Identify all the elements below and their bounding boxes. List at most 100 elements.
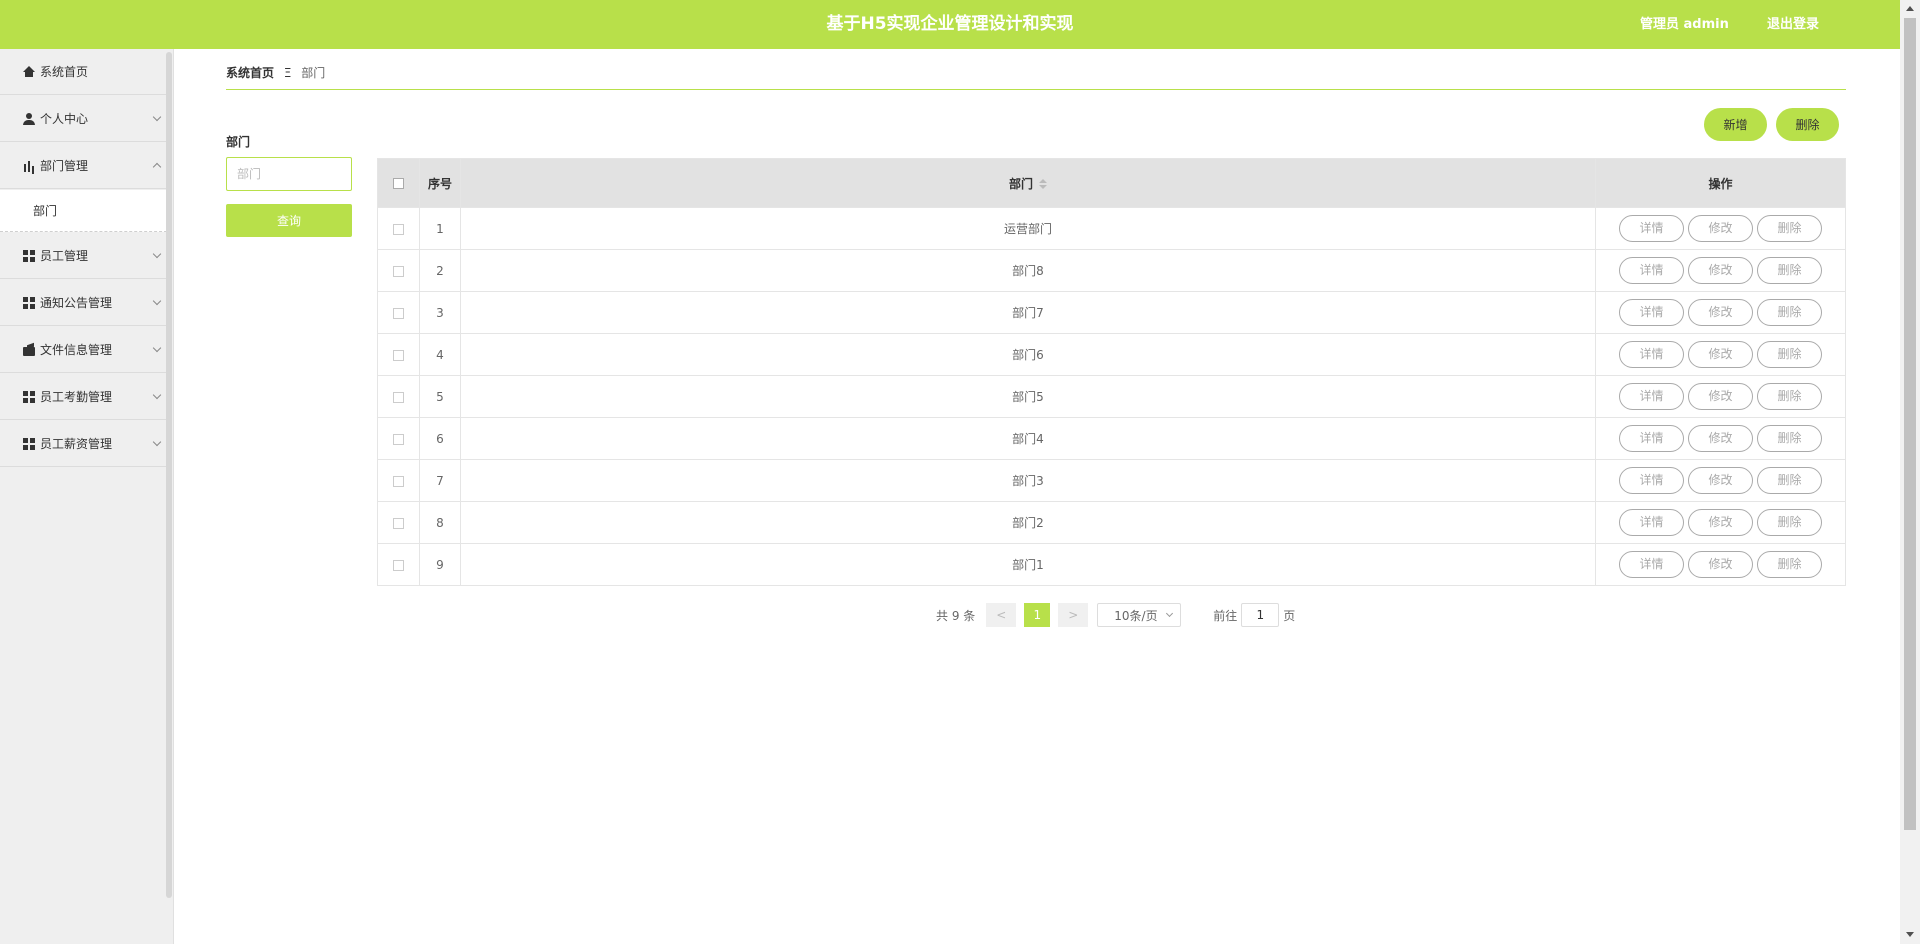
table-row: 6 部门4 详情 修改 删除 [377, 417, 1846, 460]
chevron-down-icon [152, 296, 162, 306]
edit-button[interactable]: 修改 [1688, 299, 1753, 326]
dept-header-label: 部门 [1008, 176, 1033, 191]
detail-button[interactable]: 详情 [1619, 509, 1684, 536]
sidebar-item-salary-management[interactable]: 员工薪资管理 [0, 421, 172, 467]
select-all-checkbox[interactable] [393, 178, 404, 189]
sidebar-item-label: 通知公告管理 [40, 296, 113, 310]
edit-button[interactable]: 修改 [1688, 509, 1753, 536]
row-seq: 6 [419, 417, 461, 460]
detail-button[interactable]: 详情 [1619, 341, 1684, 368]
row-check-cell [377, 501, 420, 544]
edit-button[interactable]: 修改 [1688, 257, 1753, 284]
row-seq: 4 [419, 333, 461, 376]
row-check-cell [377, 459, 420, 502]
sort-icon[interactable] [1039, 179, 1047, 189]
page-scrollbar[interactable] [1900, 0, 1920, 944]
row-checkbox[interactable] [393, 391, 404, 403]
goto-page-input[interactable] [1241, 603, 1280, 627]
sidebar-item-label: 文件信息管理 [40, 343, 113, 357]
detail-button[interactable]: 详情 [1619, 215, 1684, 242]
row-dept: 部门1 [460, 543, 1596, 586]
row-check-cell [377, 207, 420, 250]
delete-button[interactable]: 删除 [1757, 383, 1822, 410]
detail-button[interactable]: 详情 [1619, 257, 1684, 284]
next-page-button[interactable]: > [1058, 603, 1089, 627]
row-seq: 8 [419, 501, 461, 544]
breadcrumb-current: 部门 [301, 66, 326, 80]
scrollbar-thumb[interactable] [1904, 18, 1916, 830]
sidebar-item-personal-center[interactable]: 个人中心 [0, 96, 172, 142]
sidebar-item-label: 系统首页 [40, 65, 89, 79]
detail-button[interactable]: 详情 [1619, 299, 1684, 326]
row-checkbox[interactable] [393, 349, 404, 361]
home-icon [23, 65, 35, 78]
edit-button[interactable]: 修改 [1688, 341, 1753, 368]
logout-link[interactable]: 退出登录 [1767, 0, 1819, 49]
dept-header[interactable]: 部门 [460, 158, 1596, 208]
delete-button[interactable]: 删除 [1757, 551, 1822, 578]
scroll-up-arrow-icon[interactable] [1906, 6, 1914, 11]
detail-button[interactable]: 详情 [1619, 467, 1684, 494]
row-actions: 详情 修改 删除 [1595, 543, 1846, 586]
sidebar-item-attendance-management[interactable]: 员工考勤管理 [0, 374, 172, 420]
row-actions: 详情 修改 删除 [1595, 207, 1846, 250]
grid-icon [23, 296, 35, 309]
row-seq: 9 [419, 543, 461, 586]
delete-button[interactable]: 删除 [1757, 341, 1822, 368]
delete-button[interactable]: 删除 [1757, 257, 1822, 284]
grid-icon [23, 390, 35, 403]
sidebar-scrollbar[interactable] [166, 52, 172, 898]
grid-icon [23, 249, 35, 262]
delete-button[interactable]: 删除 [1757, 215, 1822, 242]
row-seq: 5 [419, 375, 461, 418]
delete-button[interactable]: 删除 [1757, 299, 1822, 326]
sidebar-subitem-dept[interactable]: 部门 [0, 190, 172, 232]
pagination-total: 共 9 条 [936, 608, 976, 623]
edit-button[interactable]: 修改 [1688, 383, 1753, 410]
row-checkbox[interactable] [393, 223, 404, 235]
page-number-button[interactable]: 1 [1024, 603, 1051, 627]
row-dept: 部门5 [460, 375, 1596, 418]
table-row: 4 部门6 详情 修改 删除 [377, 333, 1846, 376]
row-checkbox[interactable] [393, 265, 404, 277]
table-row: 8 部门2 详情 修改 删除 [377, 501, 1846, 544]
row-check-cell [377, 375, 420, 418]
query-button[interactable]: 查询 [226, 204, 352, 237]
scroll-down-arrow-icon[interactable] [1906, 932, 1914, 937]
row-checkbox[interactable] [393, 475, 404, 487]
dept-table: 序号 部门 操作 1 运营部门 详情 修改 删除 2 部门8 详情 修改 删除 3 部门7 详情 修改 删除… [377, 158, 1846, 586]
delete-button[interactable]: 删除 [1757, 467, 1822, 494]
edit-button[interactable]: 修改 [1688, 425, 1753, 452]
table-row: 3 部门7 详情 修改 删除 [377, 291, 1846, 334]
sidebar-subitem-label: 部门 [33, 204, 58, 218]
sidebar-item-notice-management[interactable]: 通知公告管理 [0, 280, 172, 326]
page-size-select[interactable]: 10条/页 [1097, 603, 1182, 627]
row-checkbox[interactable] [393, 559, 404, 571]
sidebar-item-file-management[interactable]: 文件信息管理 [0, 327, 172, 373]
edit-button[interactable]: 修改 [1688, 467, 1753, 494]
add-button[interactable]: 新增 [1704, 108, 1767, 141]
sidebar-item-dept-management[interactable]: 部门管理 [0, 143, 172, 189]
delete-button[interactable]: 删除 [1757, 425, 1822, 452]
edit-button[interactable]: 修改 [1688, 215, 1753, 242]
row-checkbox[interactable] [393, 433, 404, 445]
detail-button[interactable]: 详情 [1619, 425, 1684, 452]
row-checkbox[interactable] [393, 307, 404, 319]
row-check-cell [377, 543, 420, 586]
detail-button[interactable]: 详情 [1619, 551, 1684, 578]
prev-page-button[interactable]: < [986, 603, 1017, 627]
delete-button[interactable]: 删除 [1757, 509, 1822, 536]
top-header: 基于H5实现企业管理设计和实现 管理员 admin 退出登录 [0, 0, 1900, 49]
row-check-cell [377, 417, 420, 460]
breadcrumb-home[interactable]: 系统首页 [226, 66, 274, 80]
row-checkbox[interactable] [393, 517, 404, 529]
sidebar-item-home[interactable]: 系统首页 [0, 49, 172, 95]
dept-search-input[interactable] [226, 157, 352, 191]
batch-delete-button[interactable]: 删除 [1776, 108, 1839, 141]
detail-button[interactable]: 详情 [1619, 383, 1684, 410]
table-row: 2 部门8 详情 修改 删除 [377, 249, 1846, 292]
row-actions: 详情 修改 删除 [1595, 291, 1846, 334]
edit-button[interactable]: 修改 [1688, 551, 1753, 578]
sidebar-item-label: 部门管理 [40, 159, 89, 173]
sidebar-item-employee-management[interactable]: 员工管理 [0, 233, 172, 279]
